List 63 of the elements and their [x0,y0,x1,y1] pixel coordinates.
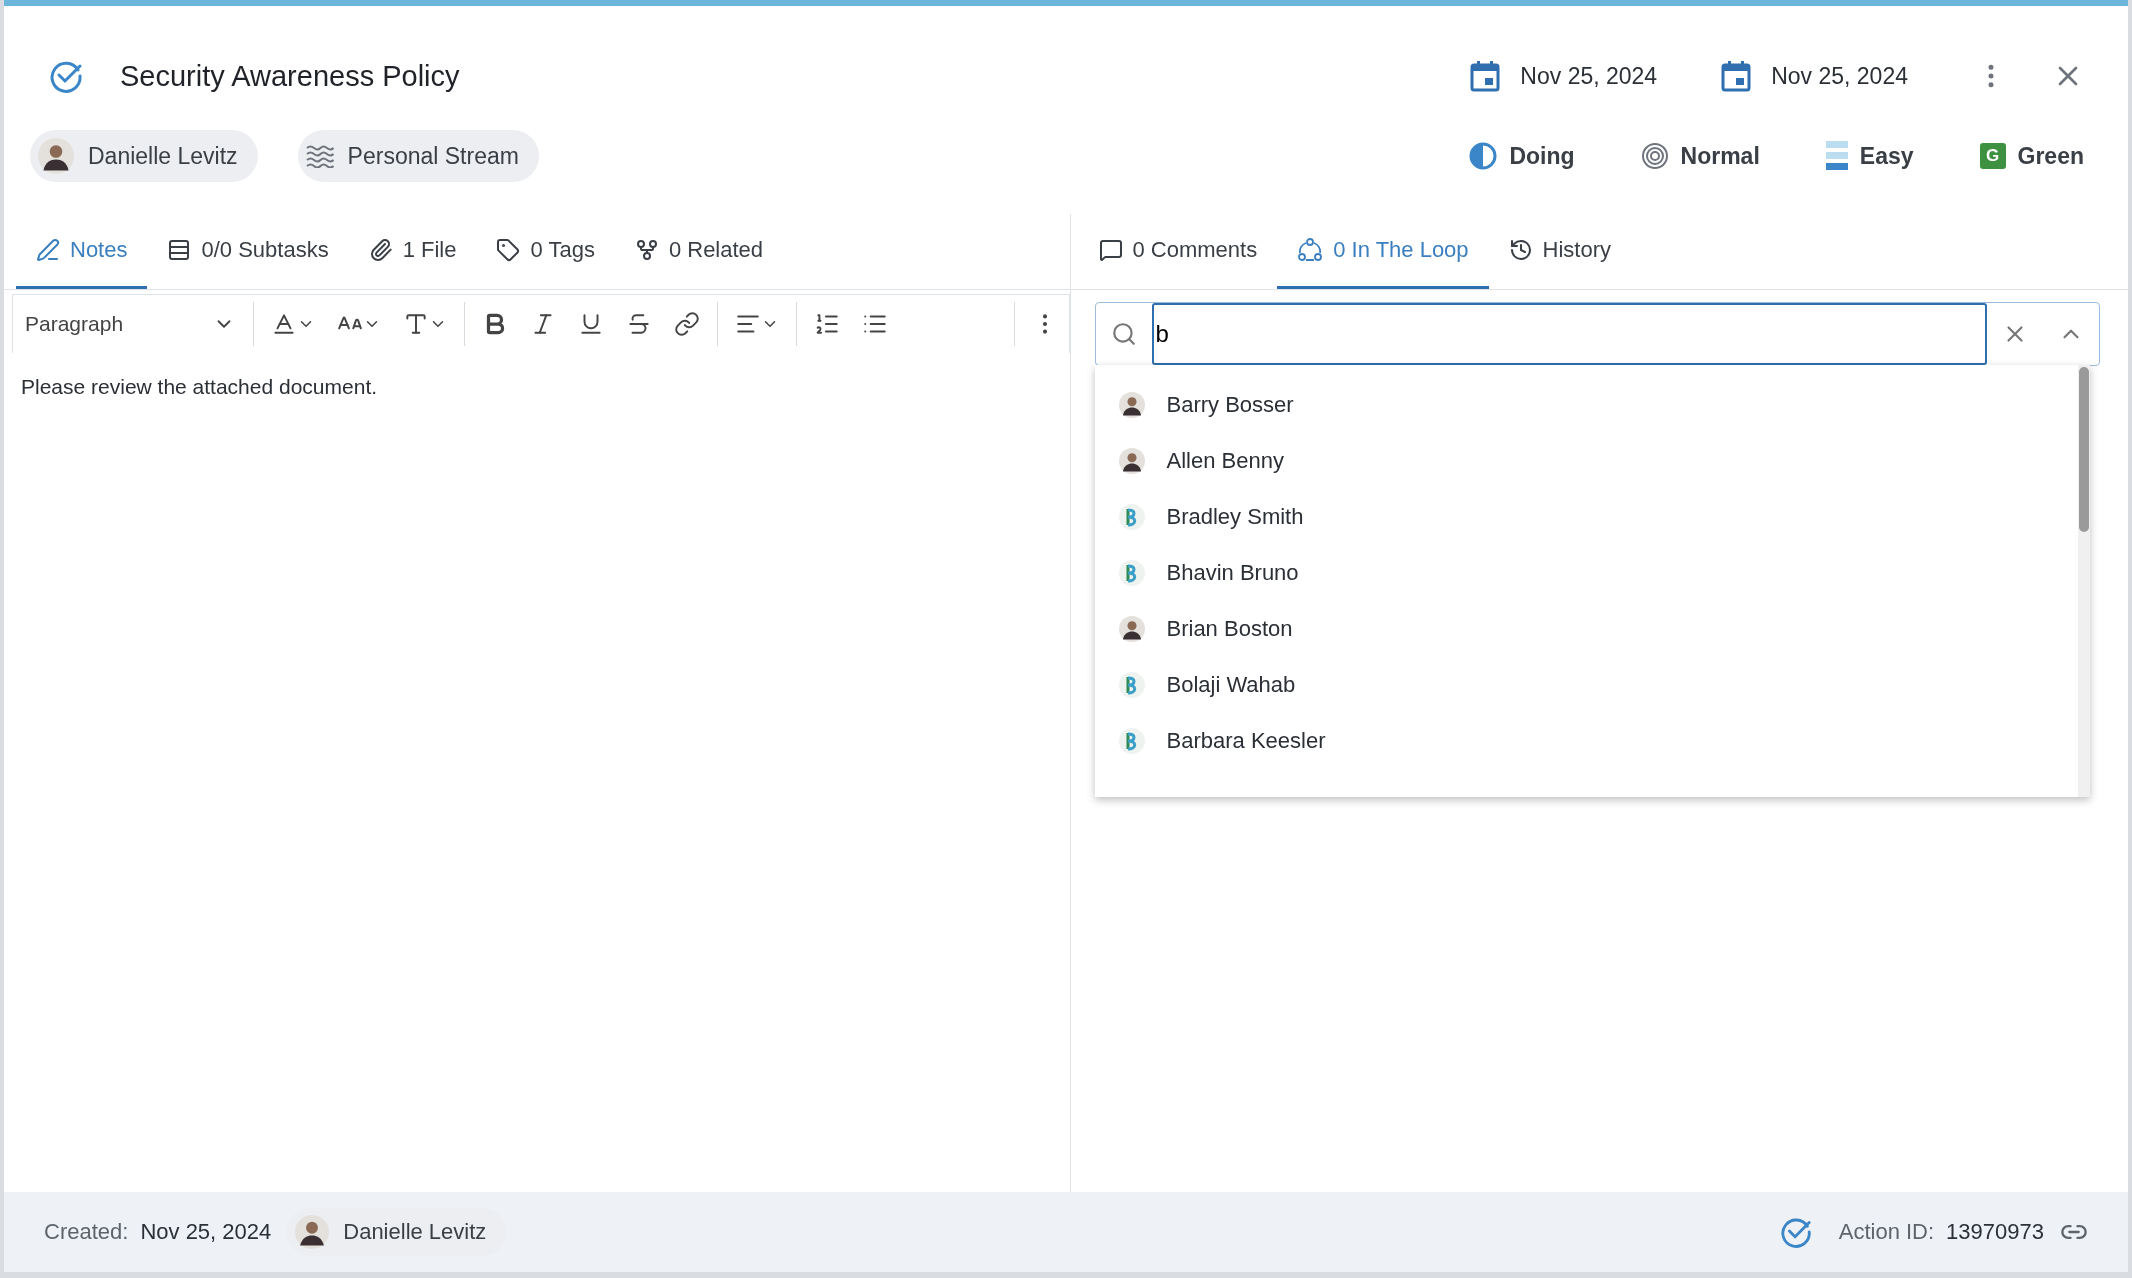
scrollbar[interactable] [2078,365,2090,797]
underline-icon[interactable] [578,311,604,337]
waves-icon [305,144,334,168]
created-date: Nov 25, 2024 [140,1219,272,1245]
action-id: 13970973 [1946,1219,2044,1245]
difficulty-label[interactable]: Easy [1859,142,1914,170]
avatar [295,1215,330,1249]
tab[interactable]: 0/0 Subtasks [147,214,349,289]
history-icon [1508,238,1533,262]
person-option[interactable]: Barbara Keesler [1166,728,1326,754]
avatar [1118,448,1145,474]
creator-chip[interactable]: Danielle Levitz [287,1208,507,1256]
note-text[interactable]: Please review the attached document. [4,353,1070,421]
text-color-icon[interactable] [271,311,297,337]
search-icon [1110,321,1137,347]
date-value[interactable]: Nov 25, 2024 [1771,62,1908,90]
date-value[interactable]: Nov 25, 2024 [1520,62,1658,90]
calendar-icon [1470,60,1501,92]
person-option[interactable]: Bolaji Wahab [1166,672,1296,698]
assignee-chip[interactable]: Danielle Levitz [30,130,258,182]
calendar-icon [1721,60,1752,92]
paragraph-select[interactable]: Paragraph [13,312,247,336]
person-option[interactable]: Brian Boston [1166,616,1293,642]
stream-chip[interactable]: Personal Stream [297,130,539,182]
comment-icon [1098,238,1123,262]
tab[interactable]: 0 In The Loop [1277,214,1489,289]
priority-label[interactable]: Normal [1680,142,1760,170]
tag-icon [496,238,521,262]
task-title: Security Awareness Policy [120,59,461,93]
paperclip-icon [368,238,393,262]
logo-icon [1118,560,1145,586]
branch-icon [634,238,659,262]
tab[interactable]: 0 Tags [476,214,615,289]
person-option[interactable]: Allen Benny [1166,448,1284,474]
person-option[interactable]: Bradley Smith [1166,504,1304,530]
text-style-icon[interactable] [403,311,429,337]
tab[interactable]: Notes [16,214,148,289]
tab[interactable]: History [1488,214,1632,289]
numbered-list-icon[interactable] [814,311,840,337]
avatar [1118,392,1145,418]
people-search-field[interactable]: b [1151,303,1987,365]
tab[interactable]: 0 Comments [1078,214,1278,289]
tab[interactable]: 0 Related [614,214,784,289]
target-icon [1640,142,1669,170]
loop-icon [1297,237,1324,263]
person-option[interactable]: Bhavin Bruno [1166,560,1299,586]
color-label[interactable]: Green [2017,142,2084,170]
logo-icon [1118,728,1145,754]
pen-icon [36,238,60,262]
link-icon[interactable] [674,311,700,337]
logo-icon [1118,672,1145,698]
color-badge: G [1979,143,2006,169]
bars-icon [1825,141,1848,171]
avatar [38,138,74,174]
tab[interactable]: 1 File [348,214,477,289]
subtasks-icon [167,238,192,262]
person-option[interactable]: Barry Bosser [1166,392,1294,418]
half-circle-icon [1469,142,1498,170]
created-label: Created: [44,1219,129,1245]
avatar [1118,616,1145,642]
status-label[interactable]: Doing [1509,142,1575,170]
action-id-label: Action ID: [1838,1219,1935,1245]
logo-icon [1118,504,1145,530]
